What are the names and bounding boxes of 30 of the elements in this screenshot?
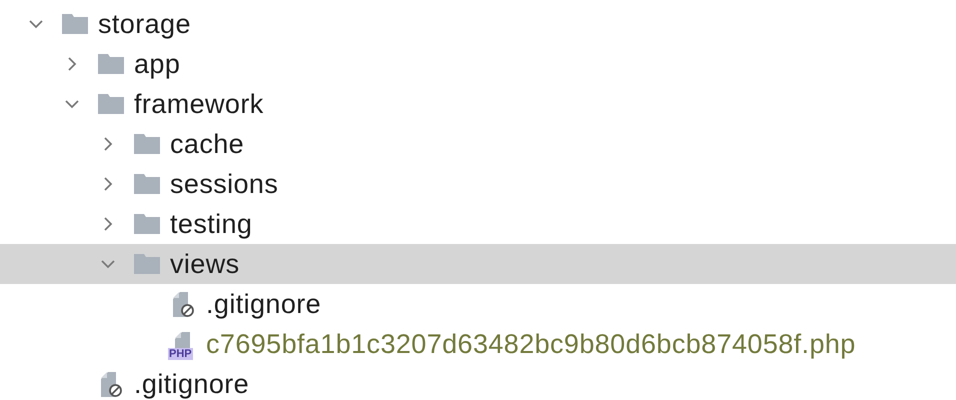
- file-name: app: [134, 48, 180, 80]
- tree-row[interactable]: testing: [0, 204, 956, 244]
- tree-row[interactable]: sessions: [0, 164, 956, 204]
- tree-row[interactable]: storage: [0, 4, 956, 44]
- folder-icon: [62, 14, 88, 34]
- file-name: sessions: [170, 168, 278, 200]
- folder-icon: [98, 94, 124, 114]
- file-name: views: [170, 248, 240, 280]
- ignored-file-icon: [172, 292, 194, 316]
- folder-icon: [134, 174, 160, 194]
- tree-row[interactable]: cache: [0, 124, 956, 164]
- file-name: c7695bfa1b1c3207d63482bc9b80d6bcb874058f.php: [206, 328, 856, 360]
- file-name: cache: [170, 128, 244, 160]
- tree-row[interactable]: app: [0, 44, 956, 84]
- php-badge: PHP: [168, 348, 193, 360]
- file-name: testing: [170, 208, 252, 240]
- tree-row[interactable]: views: [0, 244, 956, 284]
- file-name: framework: [134, 88, 264, 120]
- tree-row[interactable]: PHP c7695bfa1b1c3207d63482bc9b80d6bcb874058f.php: [0, 324, 956, 364]
- file-name: .gitignore: [206, 288, 322, 320]
- file-name: .gitignore: [134, 368, 250, 400]
- folder-icon: [98, 54, 124, 74]
- file-name: storage: [98, 8, 191, 40]
- folder-icon: [134, 254, 160, 274]
- tree-row[interactable]: .gitignore: [0, 364, 956, 400]
- ignored-file-icon: [100, 372, 122, 396]
- tree-row[interactable]: .gitignore: [0, 284, 956, 324]
- tree-row[interactable]: framework: [0, 84, 956, 124]
- folder-icon: [134, 214, 160, 234]
- folder-icon: [134, 134, 160, 154]
